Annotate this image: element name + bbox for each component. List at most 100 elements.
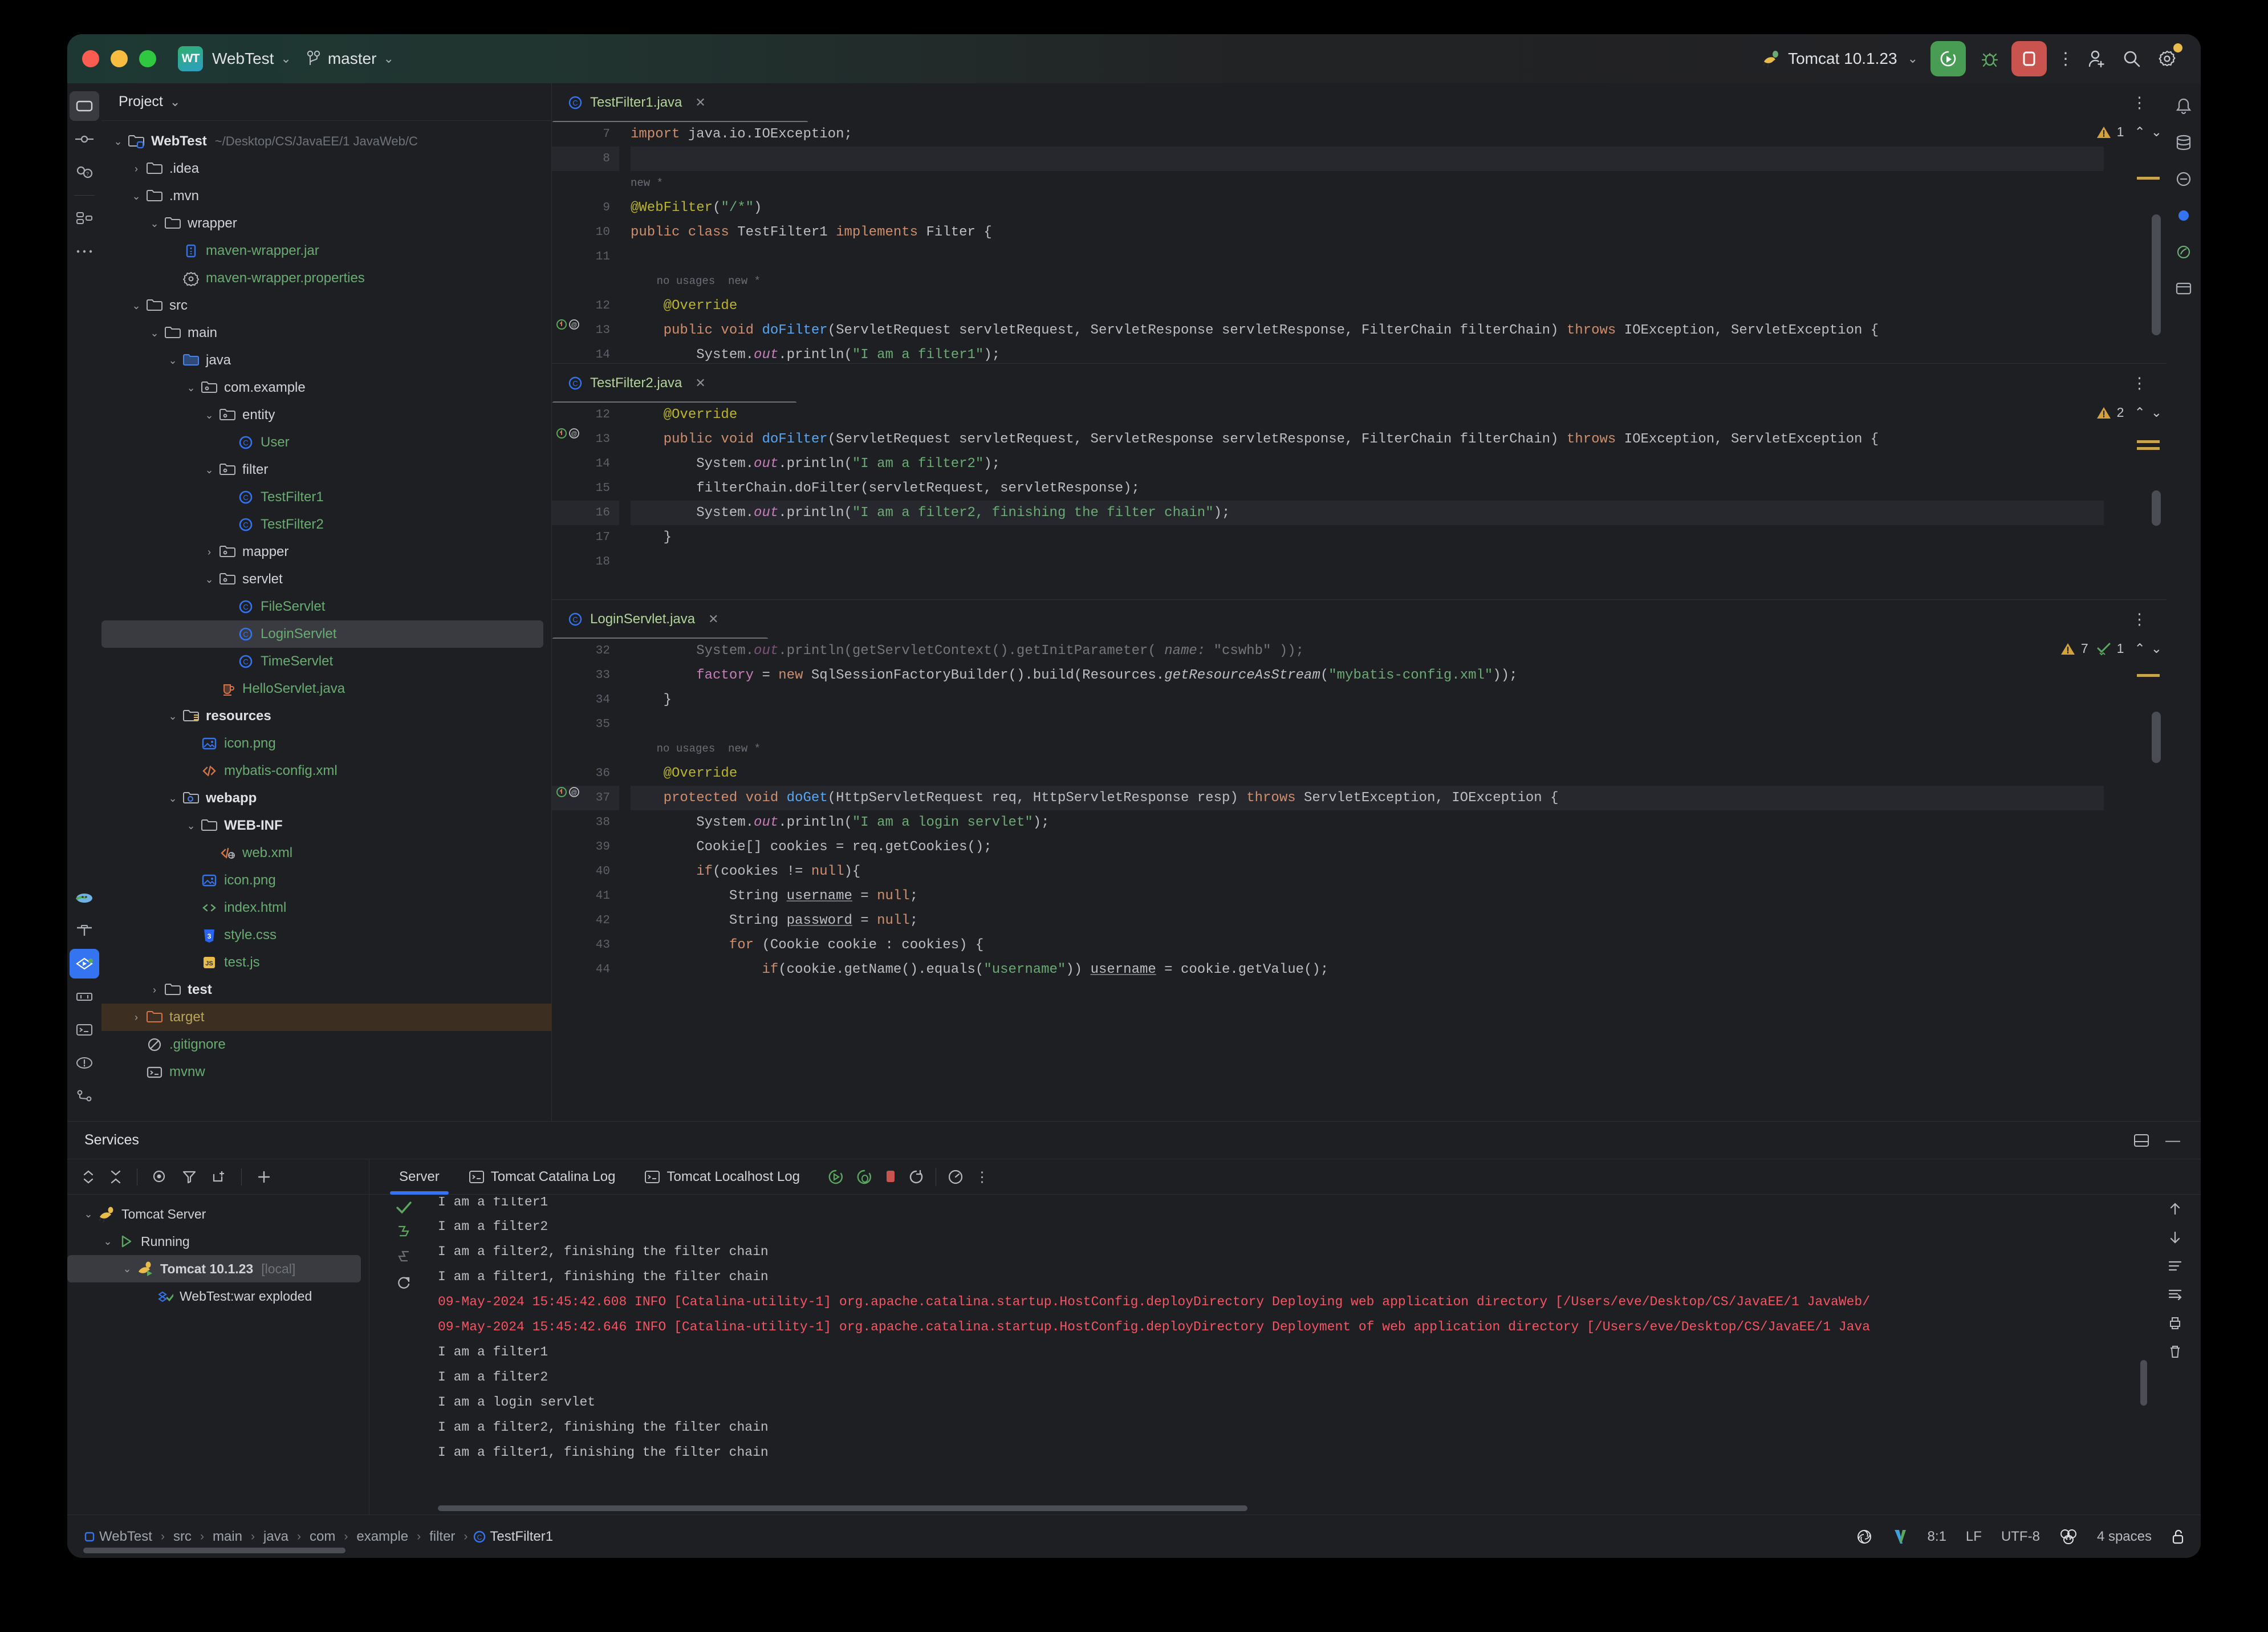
tree-node-filter[interactable]: ⌄ filter (101, 456, 551, 484)
tree-node-mvnw[interactable]: mvnw (101, 1058, 551, 1086)
ai-assistant-icon[interactable] (2169, 201, 2198, 230)
layout-icon[interactable] (2133, 1133, 2149, 1148)
line-separator[interactable]: LF (1966, 1529, 1982, 1545)
tree-node-java[interactable]: ⌄ java (101, 347, 551, 374)
services-node-running[interactable]: ⌄ Running (67, 1228, 369, 1255)
close-icon[interactable]: ✕ (695, 95, 705, 110)
console-hscrollbar[interactable] (438, 1505, 1247, 1511)
stop-icon[interactable] (884, 1169, 897, 1185)
run-gutter-icon[interactable] (555, 786, 568, 798)
tree-node-src[interactable]: ⌄ src (101, 292, 551, 319)
search-icon[interactable] (2114, 41, 2149, 76)
database-icon[interactable] (2169, 128, 2198, 157)
tree-node-loginservlet[interactable]: C LoginServlet (101, 620, 543, 648)
inspection-marker[interactable] (2137, 674, 2160, 677)
tree-node-resources[interactable]: ⌄ resources (101, 703, 551, 730)
inspection-icon[interactable] (2059, 1529, 2078, 1545)
tree-node-test-js[interactable]: JS test.js (101, 949, 551, 976)
tree-node-helloservlet-java[interactable]: HelloServlet.java (101, 675, 551, 703)
run-gutter-icon[interactable] (555, 427, 568, 440)
tree-node-style-css[interactable]: 3 style.css (101, 921, 551, 949)
profile-icon[interactable] (948, 1169, 964, 1185)
more-icon[interactable]: ⋮ (975, 1168, 989, 1186)
override-gutter-icon[interactable]: @ (568, 318, 580, 331)
tree-node--mvn[interactable]: ⌄ .mvn (101, 182, 551, 210)
bookmarks-icon[interactable] (70, 883, 99, 912)
chevron-down-icon[interactable]: ⌄ (146, 327, 163, 339)
tree-node-fileservlet[interactable]: C FileServlet (101, 593, 551, 620)
editor-gutter-3[interactable]: 32 33 34 35 36 @37 38 39 40 41 42 43 44 (552, 639, 619, 1121)
chevron-right-icon[interactable]: › (128, 1012, 145, 1024)
chevron-down-icon[interactable]: ⌄ (80, 1208, 97, 1220)
editor-options-icon[interactable]: ⋮ (2132, 611, 2147, 628)
scroll-down-icon[interactable] (396, 1224, 412, 1240)
chevron-down-icon[interactable]: ⌄ (201, 409, 218, 421)
editor-vscrollbar-1[interactable] (2152, 214, 2161, 335)
breadcrumb-item[interactable]: com (306, 1529, 339, 1545)
problems-icon[interactable] (70, 1048, 99, 1078)
close-icon[interactable]: ✕ (695, 376, 705, 391)
inspection-marker[interactable] (2137, 440, 2160, 443)
inspection-marker[interactable] (2137, 447, 2160, 450)
chevron-down-icon[interactable]: ⌄ (182, 382, 200, 394)
breadcrumb-item[interactable]: example (353, 1529, 412, 1545)
tree-node-mapper[interactable]: › mapper (101, 538, 551, 566)
pull-requests-icon[interactable]: ? (70, 157, 99, 187)
services-node-tomcat-10-1-23[interactable]: ⌄ Tomcat 10.1.23 [local] (67, 1255, 361, 1282)
tree-node-webapp[interactable]: ⌄ webapp (101, 785, 551, 812)
tree-node-web-xml[interactable]: web.xml (101, 839, 551, 867)
editor-gutter-2[interactable]: 12 @13 14 15 16 17 18 (552, 403, 619, 599)
chevron-down-icon[interactable]: ⌄ (164, 711, 181, 722)
services-tree[interactable]: ⌄ Tomcat Server ⌄ Running ⌄ Tomcat 10.1.23 [lo… (67, 1195, 369, 1310)
tree-node-mybatis-config-xml[interactable]: mybatis-config.xml (101, 757, 551, 785)
tree-node-wrapper[interactable]: ⌄ wrapper (101, 210, 551, 237)
build-icon[interactable] (70, 916, 99, 945)
chevron-down-icon[interactable]: ⌄ (128, 300, 145, 312)
chevron-down-icon[interactable]: ⌄ (182, 820, 200, 832)
tab-loginservlet[interactable]: C LoginServlet.java ✕ (564, 611, 722, 627)
notifications-icon[interactable] (2169, 91, 2198, 121)
indent-setting[interactable]: 4 spaces (2097, 1529, 2152, 1545)
prev-problem-icon[interactable]: ⌃ (2134, 405, 2145, 420)
tree-node-entity[interactable]: ⌄ entity (101, 401, 551, 429)
maven-icon[interactable] (2169, 237, 2198, 267)
tree-node-webtest[interactable]: ⌄ WebTest ~/Desktop/CS/JavaEE/1 JavaWeb/C (101, 128, 551, 155)
override-gutter-icon[interactable]: @ (568, 427, 580, 440)
next-problem-icon[interactable]: ⌄ (2151, 405, 2162, 420)
more-tool-windows-icon[interactable] (70, 237, 99, 266)
lock-icon[interactable] (2171, 1528, 2186, 1545)
version-control-icon[interactable] (70, 1081, 99, 1111)
tree-node-main[interactable]: ⌄ main (101, 319, 551, 347)
tree-node-target[interactable]: › target (101, 1004, 551, 1031)
breadcrumb-item[interactable]: java (260, 1529, 292, 1545)
editor-code-3[interactable]: System.out.println(getServletContext().g… (619, 639, 2104, 1121)
scroll-to-bottom-icon[interactable] (2168, 1230, 2182, 1245)
chevron-down-icon[interactable]: ⌄ (146, 218, 163, 230)
branch-chevron-down-icon[interactable]: ⌄ (383, 51, 393, 66)
services-node-tomcat-server[interactable]: ⌄ Tomcat Server (67, 1200, 369, 1228)
add-user-icon[interactable] (2079, 41, 2114, 76)
terminal-icon[interactable] (70, 1015, 99, 1045)
filter-icon[interactable] (182, 1170, 197, 1184)
editor-gutter-1[interactable]: 789101112@131415161718 (552, 122, 619, 363)
collapse-all-icon[interactable] (109, 1169, 122, 1185)
breadcrumb[interactable]: WebTest › src › main › java › com › example › filter… (83, 1529, 556, 1545)
project-chevron-down-icon[interactable]: ⌄ (170, 95, 180, 109)
chevron-down-icon[interactable]: ⌄ (109, 136, 127, 148)
editor-options-icon[interactable]: ⋮ (2132, 375, 2147, 392)
project-tree-hscrollbar[interactable] (83, 1548, 346, 1553)
scroll-to-end-icon[interactable] (2168, 1287, 2182, 1302)
ai-icon[interactable] (1856, 1528, 1873, 1545)
commit-tool-icon[interactable] (70, 124, 99, 154)
editor-vscrollbar-2[interactable] (2152, 490, 2161, 526)
rerun-debug-icon[interactable] (856, 1168, 873, 1186)
chevron-down-icon[interactable]: ⌄ (99, 1236, 116, 1248)
structure-icon[interactable] (70, 204, 99, 233)
chevron-down-icon[interactable]: ⌄ (119, 1263, 136, 1275)
services-node-webtest-war-exploded[interactable]: WebTest:war exploded (67, 1282, 369, 1310)
breadcrumb-item[interactable]: TestFilter1 (486, 1529, 556, 1545)
gradle-icon[interactable] (2169, 164, 2198, 194)
run-gutter-icon[interactable] (555, 318, 568, 331)
tab-tomcat-catalina-log[interactable]: Tomcat Catalina Log (454, 1159, 631, 1195)
editor-body-1[interactable]: 789101112@131415161718 import java.io.IO… (552, 122, 2167, 363)
